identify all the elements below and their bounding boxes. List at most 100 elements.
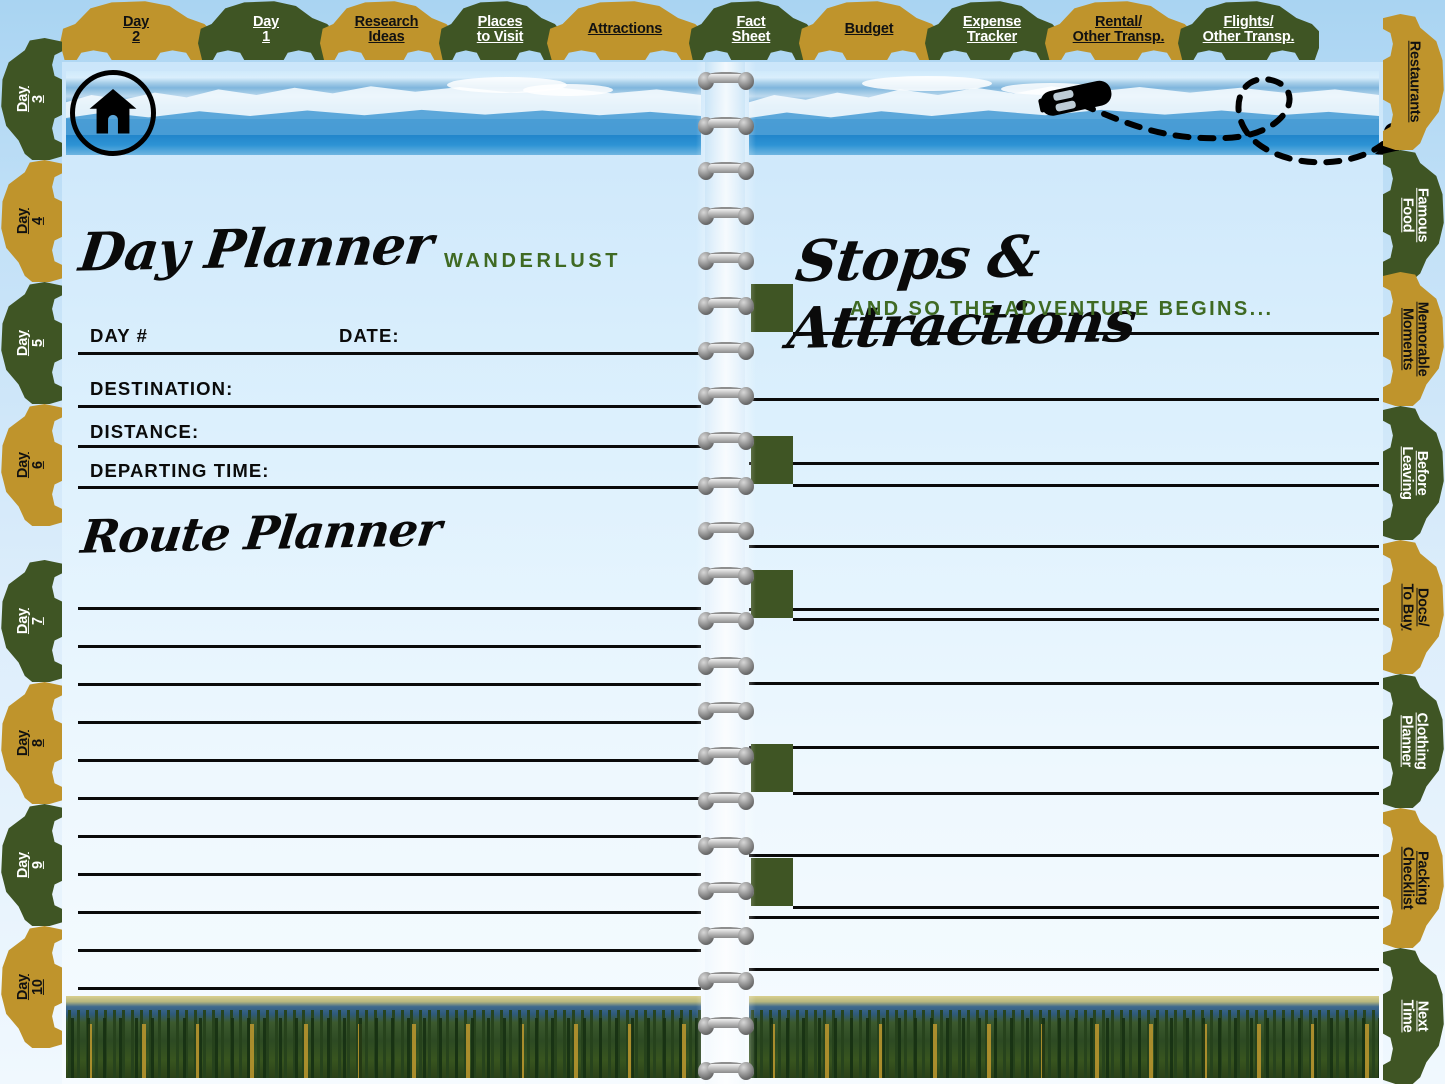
side-tab-before-leaving[interactable]: Before Leaving: [1383, 406, 1445, 540]
tab-label: Day 7: [14, 608, 46, 634]
ring-bar: [708, 749, 744, 758]
forest-banner-image-left: [66, 996, 701, 1078]
side-tab-day-4[interactable]: Day 4: [0, 160, 62, 282]
ring-bar: [708, 794, 744, 803]
home-icon: [86, 84, 140, 143]
route-write-line[interactable]: [78, 797, 701, 800]
side-tab-docs-to-buy[interactable]: Docs/ To Buy: [1383, 540, 1445, 674]
route-write-line[interactable]: [78, 683, 701, 686]
route-write-line[interactable]: [78, 873, 701, 876]
car-top-view-icon: [1037, 78, 1115, 118]
section-title-route-planner: Route Planner: [78, 502, 444, 564]
ring-bar: [708, 344, 744, 353]
ring-bar: [708, 1064, 744, 1073]
side-tab-restaurants[interactable]: Restaurants: [1383, 14, 1445, 150]
side-tab-day-8[interactable]: Day 8: [0, 682, 62, 804]
top-tab-fact-sheet[interactable]: Fact Sheet: [689, 0, 813, 60]
top-tab-day-1[interactable]: Day 1: [198, 0, 334, 60]
ring-bar: [708, 254, 744, 263]
side-tab-famous-food[interactable]: Famous Food: [1383, 150, 1445, 280]
home-button[interactable]: [70, 70, 156, 156]
side-tab-day-6[interactable]: Day 6: [0, 404, 62, 526]
tab-label: Expense Tracker: [962, 13, 1022, 45]
top-tab-budget[interactable]: Budget: [799, 0, 939, 60]
stops-attractions-page: Stops & Attractions AND SO THE ADVENTURE…: [745, 62, 1405, 1084]
ring-bar: [708, 659, 744, 668]
field-label-day: DAY #: [90, 325, 148, 346]
stop-write-line[interactable]: [749, 398, 1379, 401]
top-tab-rental-other-transp[interactable]: Rental/ Other Transp.: [1045, 0, 1192, 60]
side-tab-clothing-planner[interactable]: Clothing Planner: [1383, 674, 1445, 808]
top-tab-flights-other-transp[interactable]: Flights/ Other Transp.: [1178, 0, 1319, 60]
route-write-line[interactable]: [78, 987, 701, 990]
tab-label: Day 2: [123, 13, 149, 45]
cloud-shape: [523, 84, 614, 96]
side-tab-day-3[interactable]: Day 3: [0, 38, 62, 160]
ring-bar: [708, 299, 744, 308]
stop-write-line[interactable]: [749, 608, 1379, 611]
dashed-route-loop-with-pin-icon: [1075, 70, 1405, 180]
route-write-line[interactable]: [78, 607, 701, 610]
tab-label: Day 3: [14, 86, 46, 112]
side-tab-day-7[interactable]: Day 7: [0, 560, 62, 682]
side-tab-memorable-moments[interactable]: Memorable Moments: [1383, 272, 1445, 406]
tab-label: Budget: [844, 21, 894, 38]
stop-write-line[interactable]: [749, 746, 1379, 749]
stop-write-line[interactable]: [793, 618, 1379, 621]
side-tab-next-time[interactable]: Next Time: [1383, 948, 1445, 1084]
top-tab-expense-tracker[interactable]: Expense Tracker: [925, 0, 1059, 60]
stop-write-line[interactable]: [749, 968, 1379, 971]
route-write-line[interactable]: [78, 759, 701, 762]
top-tab-day-2[interactable]: Day 2: [60, 0, 212, 60]
stop-write-line[interactable]: [793, 484, 1379, 487]
ring-bar: [708, 479, 744, 488]
stop-marker-chip[interactable]: [751, 436, 793, 484]
field-label-date: DATE:: [339, 325, 400, 346]
side-tab-packing-checklist[interactable]: Packing Checklist: [1383, 808, 1445, 948]
ring-bar: [708, 1019, 744, 1028]
stop-write-line[interactable]: [793, 792, 1379, 795]
page-title-stops-attractions: Stops & Attractions: [784, 223, 1140, 363]
route-write-line[interactable]: [78, 645, 701, 648]
stop-write-line[interactable]: [749, 545, 1379, 548]
ring-bar: [708, 974, 744, 983]
top-tab-attractions[interactable]: Attractions: [547, 0, 703, 60]
ring-bar: [708, 839, 744, 848]
field-write-line[interactable]: [78, 405, 701, 408]
field-write-line[interactable]: [78, 352, 701, 355]
stop-write-line[interactable]: [793, 906, 1379, 909]
tab-label: Day 6: [14, 452, 46, 478]
ring-bar: [708, 434, 744, 443]
route-write-line[interactable]: [78, 721, 701, 724]
side-tab-day-5[interactable]: Day 5: [0, 282, 62, 404]
side-tab-day-10[interactable]: Day 10: [0, 926, 62, 1048]
field-write-line[interactable]: [78, 445, 701, 448]
field-write-line[interactable]: [78, 486, 701, 489]
left-tab-bar: Day 3 Day 4 Day 5 Day 6 Day 7 Day 8 Day 9 Day 1…: [0, 0, 62, 1084]
stop-write-line[interactable]: [749, 462, 1379, 465]
stop-marker-chip[interactable]: [751, 744, 793, 792]
tree-layer-front: [66, 1018, 701, 1078]
route-write-line[interactable]: [78, 911, 701, 914]
route-write-line[interactable]: [78, 835, 701, 838]
stop-write-line[interactable]: [749, 854, 1379, 857]
tab-label: Clothing Planner: [1399, 712, 1431, 770]
mountain-banner-image-left: [66, 71, 701, 155]
top-tab-research-ideas[interactable]: Research Ideas: [320, 0, 453, 60]
tab-label: Docs/ To Buy: [1399, 583, 1431, 631]
stop-marker-chip[interactable]: [751, 858, 793, 906]
stop-write-line[interactable]: [749, 682, 1379, 685]
right-tab-bar: Restaurants Famous Food Memorable Moments B…: [1383, 0, 1445, 1084]
ring-bar: [708, 524, 744, 533]
brand-wanderlust: WANDERLUST: [444, 250, 622, 272]
stop-marker-chip[interactable]: [751, 570, 793, 618]
side-tab-day-9[interactable]: Day 9: [0, 804, 62, 926]
route-write-line[interactable]: [78, 949, 701, 952]
top-tab-places-to-visit[interactable]: Places to Visit: [439, 0, 561, 60]
tab-label: Day 5: [14, 330, 46, 356]
tab-label: Next Time: [1399, 999, 1431, 1033]
stop-write-line[interactable]: [749, 916, 1379, 919]
stop-write-line[interactable]: [793, 332, 1379, 335]
tab-label: Day 10: [14, 974, 46, 1000]
stop-marker-chip[interactable]: [751, 284, 793, 332]
